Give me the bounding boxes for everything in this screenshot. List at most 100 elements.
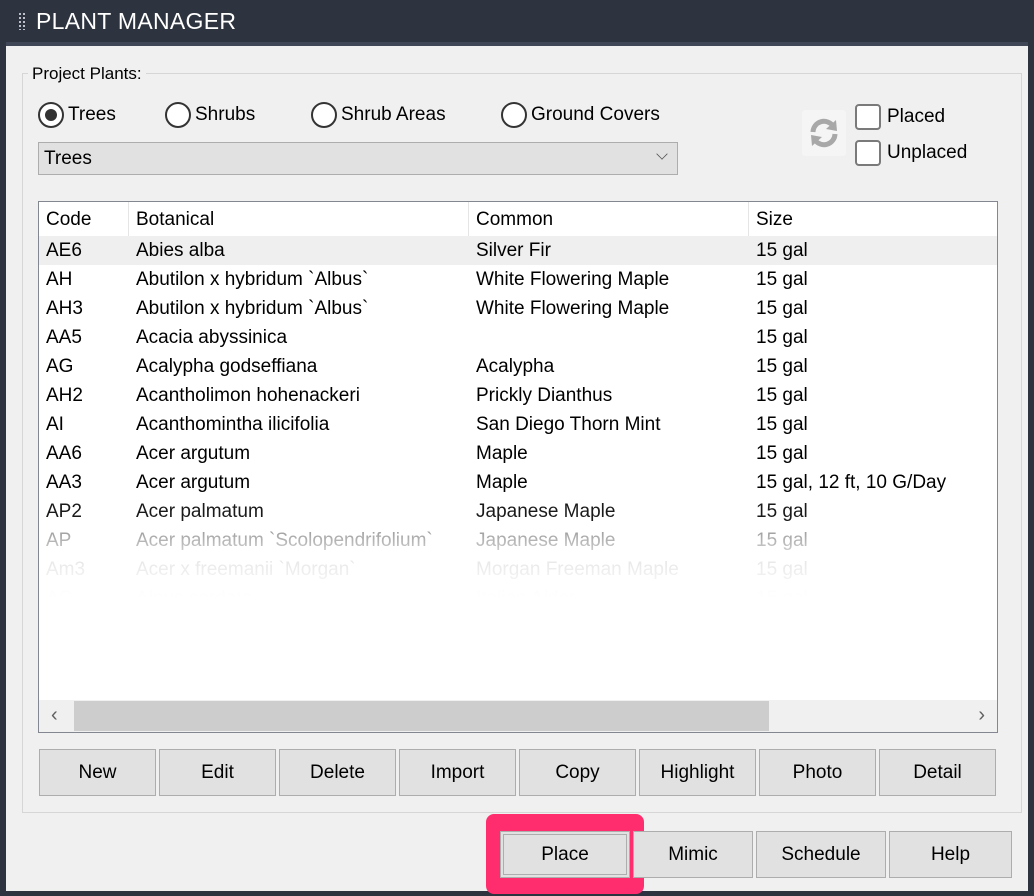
cell-botanical: Acanthomintha ilicifolia	[136, 413, 330, 435]
import-button[interactable]: Import	[399, 749, 516, 796]
table-row[interactable]: AA6 Acer argutum Maple 15 gal	[39, 439, 997, 468]
cell-size: 15 gal	[756, 355, 808, 377]
copy-button[interactable]: Copy	[519, 749, 636, 796]
radio-label: Ground Covers	[531, 104, 660, 125]
cell-size: 15 gal	[756, 268, 808, 290]
table-row[interactable]: AG Acalypha godseffiana Acalypha 15 gal	[39, 352, 997, 381]
cell-common: Acalypha	[476, 355, 555, 377]
table-row[interactable]: AA5 Acacia abyssinica 15 gal	[39, 323, 997, 352]
radio-button-icon	[501, 102, 527, 128]
placed-label: Placed	[887, 106, 946, 127]
cell-code: AA5	[46, 326, 82, 348]
category-select[interactable]: Trees	[38, 142, 678, 175]
category-select-value: Trees	[44, 148, 92, 169]
edit-button[interactable]: Edit	[159, 749, 276, 796]
new-button[interactable]: New	[39, 749, 156, 796]
checkbox-icon	[855, 104, 881, 130]
cell-size: 15 gal	[756, 297, 808, 319]
column-header-size[interactable]: Size	[749, 202, 997, 236]
column-header-botanical[interactable]: Botanical	[129, 202, 469, 236]
project-plants-label: Project Plants:	[28, 64, 146, 84]
scroll-right-icon[interactable]: ›	[978, 704, 985, 727]
refresh-button[interactable]	[802, 110, 846, 156]
cell-size: 15 gal	[756, 500, 808, 522]
cell-common: San Diego Thorn Mint	[476, 413, 661, 435]
fade-overlay	[39, 522, 997, 662]
radio-ground-covers[interactable]: Ground Covers	[501, 102, 660, 128]
unplaced-checkbox[interactable]: Unplaced	[855, 140, 967, 166]
cell-botanical: Acer palmatum	[136, 500, 264, 522]
delete-button[interactable]: Delete	[279, 749, 396, 796]
cell-size: 15 gal	[756, 413, 808, 435]
title-bar[interactable]: PLANT MANAGER	[0, 0, 1034, 44]
cell-common: Maple	[476, 471, 528, 493]
list-header: Code Botanical Common Size	[39, 202, 997, 236]
horizontal-scrollbar[interactable]: ‹ ›	[39, 700, 997, 732]
photo-button[interactable]: Photo	[759, 749, 876, 796]
table-row[interactable]: AE6 Abies alba Silver Fir 15 gal	[39, 236, 997, 265]
scroll-left-icon[interactable]: ‹	[51, 704, 58, 727]
mimic-button[interactable]: Mimic	[633, 831, 753, 878]
cell-code: AH3	[46, 297, 83, 319]
plant-manager-panel: Project Plants: Trees Shrubs Shrub Areas…	[6, 46, 1028, 894]
cell-code: AP2	[46, 500, 82, 522]
cell-common: Japanese Maple	[476, 500, 616, 522]
schedule-button[interactable]: Schedule	[756, 831, 886, 878]
cell-size: 15 gal	[756, 239, 808, 261]
table-row[interactable]: AA3 Acer argutum Maple 15 gal, 12 ft, 10 G/…	[39, 468, 997, 497]
radio-shrubs[interactable]: Shrubs	[165, 102, 255, 128]
cell-common: White Flowering Maple	[476, 297, 670, 319]
cell-common: Maple	[476, 442, 528, 464]
radio-trees[interactable]: Trees	[38, 102, 116, 128]
help-button[interactable]: Help	[889, 831, 1012, 878]
column-header-common[interactable]: Common	[469, 202, 749, 236]
radio-button-icon	[311, 102, 337, 128]
cell-code: AA6	[46, 442, 82, 464]
cell-code: AH2	[46, 384, 83, 406]
table-row[interactable]: AH3 Abutilon x hybridum `Albus` White Flow…	[39, 294, 997, 323]
table-row[interactable]: AH2 Acantholimon hohenackeri Prickly Diant…	[39, 381, 997, 410]
cell-botanical: Acer argutum	[136, 442, 251, 464]
radio-label: Shrub Areas	[341, 104, 446, 125]
cell-botanical: Acalypha godseffiana	[136, 355, 318, 377]
cell-code: AA3	[46, 471, 82, 493]
cell-size: 15 gal	[756, 384, 808, 406]
cell-botanical: Acer argutum	[136, 471, 251, 493]
drag-grip-icon[interactable]	[18, 12, 26, 30]
table-row[interactable]: AH Abutilon x hybridum `Albus` White Flowe…	[39, 265, 997, 294]
table-row[interactable]: AI Acanthomintha ilicifolia San Diego Thor…	[39, 410, 997, 439]
cell-common: White Flowering Maple	[476, 268, 670, 290]
chevron-down-icon	[656, 148, 668, 160]
cell-code: AE6	[46, 239, 82, 261]
cell-size: 15 gal, 12 ft, 10 G/Day	[756, 471, 947, 493]
cell-botanical: Acantholimon hohenackeri	[136, 384, 360, 406]
cell-botanical: Abutilon x hybridum `Albus`	[136, 297, 369, 319]
cell-size: 15 gal	[756, 442, 808, 464]
footer-buttons: Place Mimic Schedule Help	[500, 831, 1012, 878]
refresh-icon	[810, 118, 838, 148]
plant-list[interactable]: Code Botanical Common Size AE6 Abies alba…	[38, 201, 998, 733]
scrollbar-thumb[interactable]	[74, 701, 769, 731]
cell-botanical: Acacia abyssinica	[136, 326, 288, 348]
highlight-button[interactable]: Highlight	[639, 749, 756, 796]
column-header-code[interactable]: Code	[39, 202, 129, 236]
checkbox-icon	[855, 140, 881, 166]
radio-label: Trees	[68, 104, 116, 125]
cell-botanical: Abies alba	[136, 239, 225, 261]
detail-button[interactable]: Detail	[879, 749, 996, 796]
cell-size: 15 gal	[756, 326, 808, 348]
placed-checkbox[interactable]: Placed	[855, 104, 945, 130]
place-button[interactable]: Place	[500, 831, 630, 878]
radio-shrub-areas[interactable]: Shrub Areas	[311, 102, 446, 128]
radio-button-icon	[165, 102, 191, 128]
unplaced-label: Unplaced	[887, 142, 968, 163]
cell-botanical: Abutilon x hybridum `Albus`	[136, 268, 369, 290]
window-title: PLANT MANAGER	[36, 8, 237, 34]
radio-button-icon	[38, 102, 64, 128]
radio-label: Shrubs	[195, 104, 256, 125]
cell-code: AI	[46, 413, 64, 435]
cell-common: Silver Fir	[476, 239, 551, 261]
cell-code: AH	[46, 268, 73, 290]
action-buttons: New Edit Delete Import Copy Highlight Ph…	[39, 749, 996, 796]
cell-common: Prickly Dianthus	[476, 384, 613, 406]
